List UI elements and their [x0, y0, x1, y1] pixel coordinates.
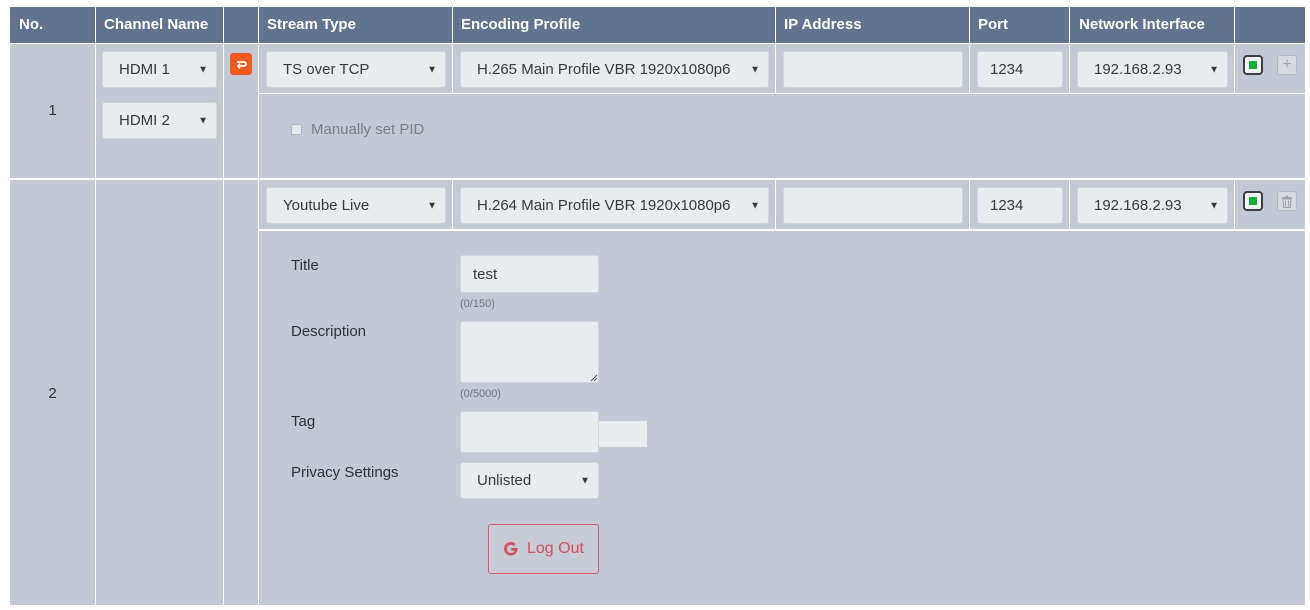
- stop-stream-button[interactable]: [1243, 55, 1263, 75]
- stream-type-select[interactable]: Youtube Live ▼: [266, 187, 446, 224]
- row2-no-cell: 2: [10, 180, 95, 605]
- caret-down-icon: ▼: [198, 64, 208, 75]
- header-channel-name: Channel Name: [96, 7, 223, 43]
- row1-port-cell: 1234: [970, 44, 1069, 93]
- header-network-interface: Network Interface: [1070, 7, 1234, 43]
- row2-network-cell: 192.168.2.93 ▼: [1070, 180, 1234, 229]
- ip-address-input[interactable]: [783, 51, 963, 88]
- caret-down-icon: ▼: [750, 200, 760, 211]
- network-interface-select[interactable]: 192.168.2.93 ▼: [1077, 187, 1228, 224]
- header-network-interface-label: Network Interface: [1079, 16, 1205, 33]
- row2-stream-top: Youtube Live ▼: [259, 180, 452, 229]
- header-port-label: Port: [978, 16, 1008, 33]
- header-no: No.: [10, 7, 95, 43]
- port-input[interactable]: 1234: [977, 187, 1063, 224]
- row1-pid-cell: Manually set PID: [259, 94, 1305, 178]
- privacy-settings-label: Privacy Settings: [291, 464, 399, 481]
- header-encoding-profile: Encoding Profile: [453, 7, 775, 43]
- header-controls: [1235, 7, 1305, 43]
- row1-stream-top: TS over TCP ▼: [259, 44, 452, 93]
- row2-encoding-cell: H.264 Main Profile VBR 1920x1080p6 ▼: [453, 180, 775, 229]
- title-char-counter: (0/150): [460, 298, 495, 310]
- swap-icon: [236, 61, 247, 70]
- stop-icon: [1249, 61, 1257, 69]
- channel-name-select[interactable]: HDMI 1 ▼: [102, 51, 217, 88]
- stream-type-value: TS over TCP: [283, 61, 370, 78]
- stream-type-value: Youtube Live: [283, 197, 370, 214]
- row2-controls-cell: [1235, 180, 1305, 229]
- header-stream-type: Stream Type: [259, 7, 452, 43]
- description-label: Description: [291, 323, 367, 340]
- encoding-profile-value: H.264 Main Profile VBR 1920x1080p6: [477, 197, 731, 214]
- row1-channel-cell: HDMI 1 ▼ HDMI 2 ▼: [96, 44, 223, 178]
- header-port: Port: [970, 7, 1069, 43]
- title-input[interactable]: test: [460, 255, 599, 293]
- caret-down-icon: ▼: [198, 115, 208, 126]
- encoding-profile-select[interactable]: H.264 Main Profile VBR 1920x1080p6 ▼: [460, 187, 769, 224]
- tag-label: Tag: [291, 413, 316, 430]
- manual-pid-checkbox[interactable]: [291, 124, 302, 135]
- stop-icon: [1249, 197, 1257, 205]
- row1-ip-cell: [776, 44, 969, 93]
- row2-channel-cell: [96, 180, 223, 605]
- row1-no-cell: 1: [10, 44, 95, 178]
- header-ip-address-label: IP Address: [784, 16, 862, 33]
- row-number: 1: [48, 102, 57, 119]
- youtube-settings-panel: Title test (0/150) Description (0/5000) …: [259, 231, 1305, 605]
- caret-down-icon: ▼: [1209, 64, 1219, 75]
- row-number: 2: [48, 385, 57, 402]
- encoding-profile-select[interactable]: H.265 Main Profile VBR 1920x1080p6 ▼: [460, 51, 769, 88]
- row1-controls-cell: +: [1235, 44, 1305, 93]
- header-channel-name-label: Channel Name: [104, 16, 209, 33]
- privacy-settings-select[interactable]: Unlisted ▼: [460, 462, 599, 499]
- google-log-out-button[interactable]: Log Out: [488, 524, 599, 574]
- stop-stream-button[interactable]: [1243, 191, 1263, 211]
- add-stream-button[interactable]: +: [1277, 55, 1297, 75]
- tag-input-extension: [599, 421, 647, 447]
- row2-action-cell: [224, 180, 258, 605]
- row1-action-cell: [224, 44, 258, 178]
- resize-handle-icon[interactable]: [590, 374, 598, 382]
- caret-down-icon: ▼: [1209, 200, 1219, 211]
- header-stream-type-label: Stream Type: [267, 16, 356, 33]
- header-no-label: No.: [19, 16, 44, 33]
- privacy-settings-value: Unlisted: [477, 472, 532, 489]
- caret-down-icon: ▼: [427, 200, 437, 211]
- trash-icon: [1282, 195, 1292, 208]
- row2-port-cell: 1234: [970, 180, 1069, 229]
- stream-type-select[interactable]: TS over TCP ▼: [266, 51, 446, 88]
- channel-name-value: HDMI 2: [119, 112, 170, 129]
- description-textarea[interactable]: [460, 321, 599, 383]
- channel-name-value: HDMI 1: [119, 61, 170, 78]
- title-label: Title: [291, 257, 319, 274]
- header-action: [224, 7, 258, 43]
- network-interface-select[interactable]: 192.168.2.93 ▼: [1077, 51, 1228, 88]
- manual-pid-label: Manually set PID: [311, 121, 425, 138]
- network-interface-value: 192.168.2.93: [1094, 197, 1182, 214]
- header-ip-address: IP Address: [776, 7, 969, 43]
- caret-down-icon: ▼: [427, 64, 437, 75]
- delete-stream-button[interactable]: [1277, 191, 1297, 211]
- row2-ip-cell: [776, 180, 969, 229]
- row1-network-cell: 192.168.2.93 ▼: [1070, 44, 1234, 93]
- caret-down-icon: ▼: [750, 64, 760, 75]
- description-char-counter: (0/5000): [460, 388, 501, 400]
- header-encoding-profile-label: Encoding Profile: [461, 16, 581, 33]
- plus-icon: +: [1282, 56, 1292, 73]
- caret-down-icon: ▼: [580, 475, 590, 486]
- google-g-icon: [504, 541, 518, 556]
- row1-encoding-cell: H.265 Main Profile VBR 1920x1080p6 ▼: [453, 44, 775, 93]
- network-interface-value: 192.168.2.93: [1094, 61, 1182, 78]
- encoding-profile-value: H.265 Main Profile VBR 1920x1080p6: [477, 61, 731, 78]
- tag-input[interactable]: [460, 411, 599, 453]
- swap-channel-button[interactable]: [230, 53, 252, 75]
- log-out-label: Log Out: [527, 540, 584, 557]
- channel-name-select[interactable]: HDMI 2 ▼: [102, 102, 217, 139]
- port-input[interactable]: 1234: [977, 51, 1063, 88]
- ip-address-input[interactable]: [783, 187, 963, 224]
